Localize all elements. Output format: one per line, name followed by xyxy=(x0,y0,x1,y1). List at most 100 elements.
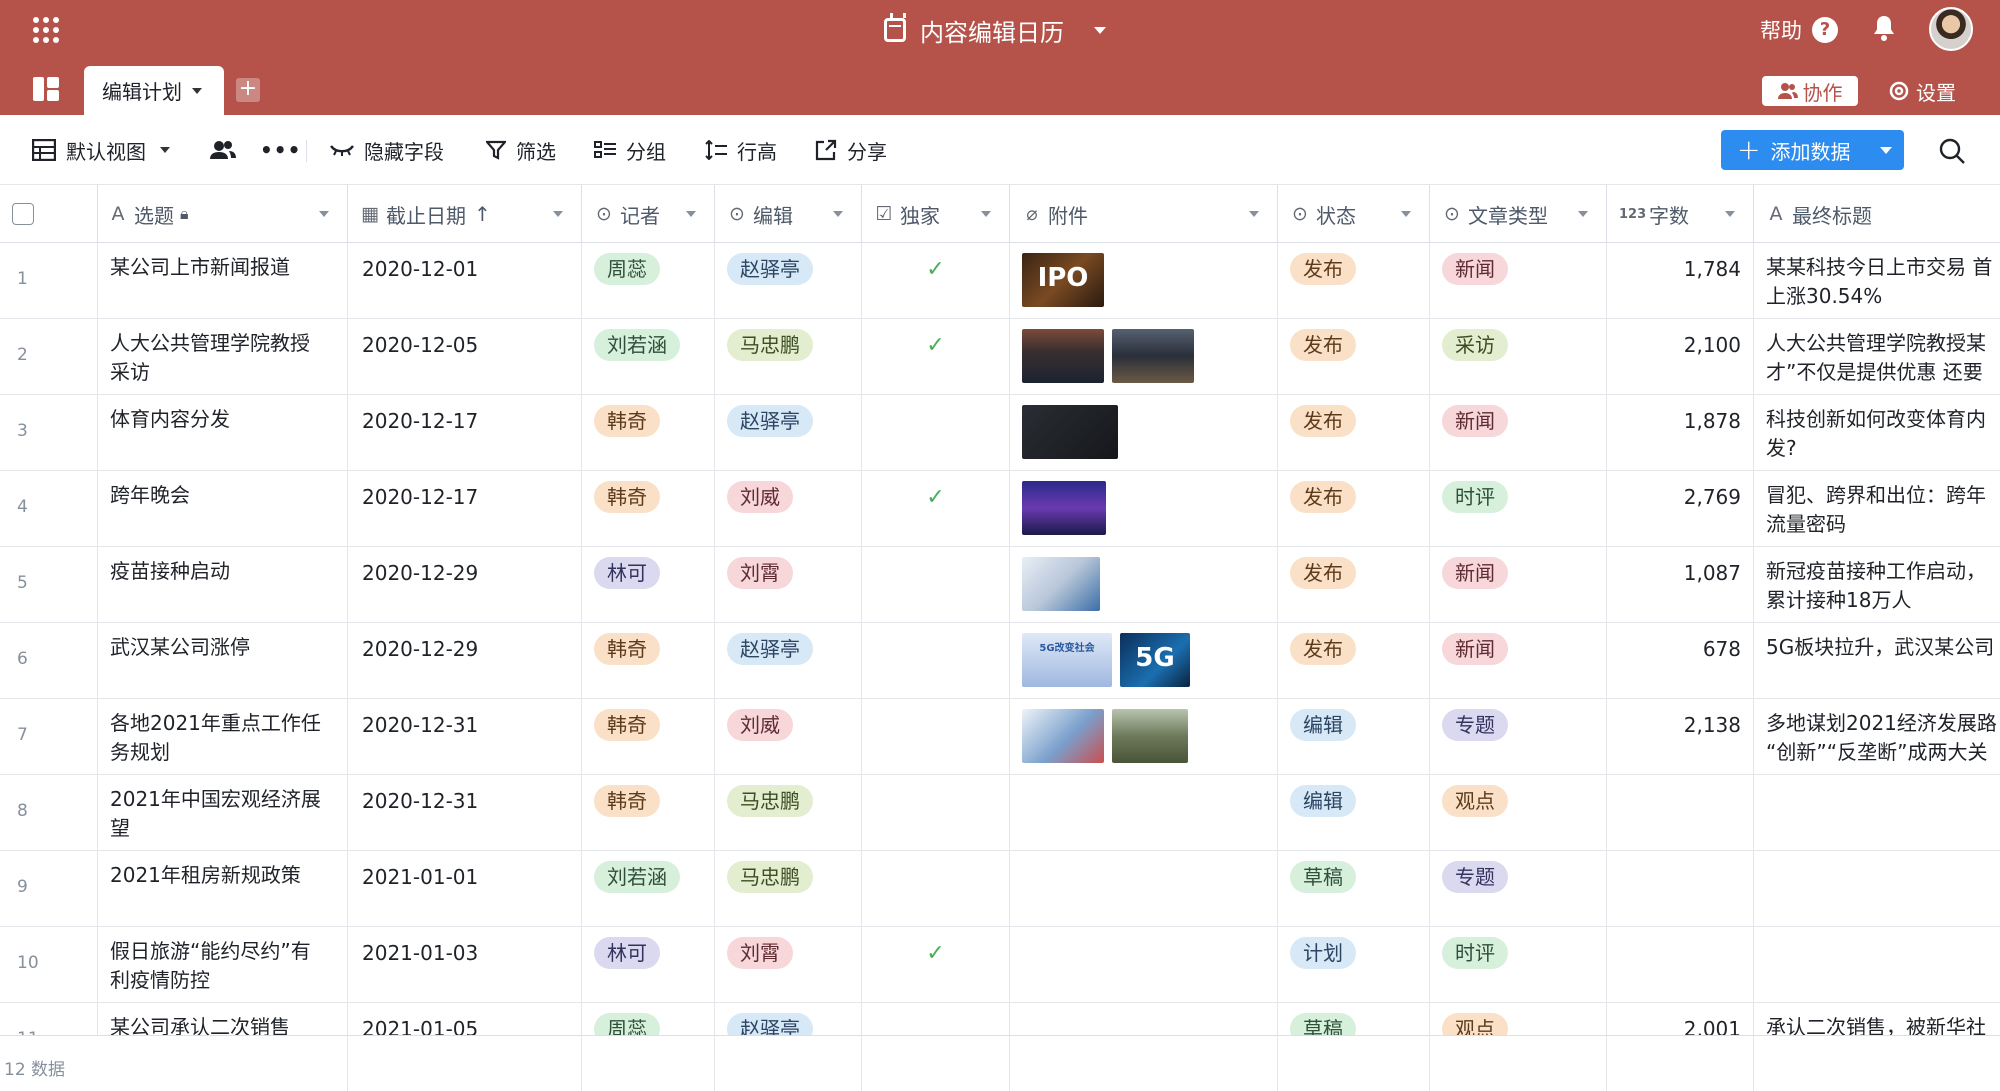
user-avatar[interactable] xyxy=(1929,7,1973,51)
editor-cell[interactable]: 赵驿亭 xyxy=(715,1003,862,1035)
final-title-cell[interactable] xyxy=(1754,851,2000,927)
final-title-cell[interactable] xyxy=(1754,775,2000,851)
editor-cell[interactable]: 赵驿亭 xyxy=(715,243,862,319)
type-cell[interactable]: 专题 xyxy=(1430,699,1607,775)
apps-grid-icon[interactable] xyxy=(30,14,62,46)
attachment-cell[interactable] xyxy=(1010,547,1278,623)
exclusive-cell[interactable] xyxy=(862,699,1010,775)
type-cell[interactable]: 观点 xyxy=(1430,1003,1607,1035)
attachment-cell[interactable] xyxy=(1010,699,1278,775)
final-title-cell[interactable]: 多地谋划2021经济发展路 “创新”“反垄断”成两大关 xyxy=(1754,699,2000,775)
attachment-cell[interactable] xyxy=(1010,775,1278,851)
summary-cell[interactable] xyxy=(348,1036,582,1091)
type-cell[interactable]: 观点 xyxy=(1430,775,1607,851)
editor-cell[interactable]: 刘霄 xyxy=(715,927,862,1003)
editor-cell[interactable]: 马忠鹏 xyxy=(715,775,862,851)
final-title-cell[interactable]: 某某科技今日上市交易 首上涨30.54% xyxy=(1754,243,2000,319)
attachment-cell[interactable] xyxy=(1010,1003,1278,1035)
reporter-cell[interactable]: 周蕊 xyxy=(582,243,715,319)
words-cell[interactable]: 1,087 xyxy=(1607,547,1754,623)
chevron-down-icon[interactable] xyxy=(981,211,991,217)
select-all-checkbox[interactable] xyxy=(12,203,34,225)
exclusive-cell[interactable]: ✓ xyxy=(862,471,1010,547)
type-cell[interactable]: 时评 xyxy=(1430,927,1607,1003)
group-button[interactable]: 分组 xyxy=(594,115,666,185)
title-cell[interactable]: 人大公共管理学院教授 采访 xyxy=(98,319,348,395)
reporter-cell[interactable]: 韩奇 xyxy=(582,699,715,775)
summary-cell[interactable] xyxy=(1278,1036,1430,1091)
status-cell[interactable]: 发布 xyxy=(1278,319,1430,395)
attachment-cell[interactable] xyxy=(1010,319,1278,395)
words-cell[interactable]: 2,001 xyxy=(1607,1003,1754,1035)
summary-cell[interactable] xyxy=(1607,1036,1754,1091)
chevron-down-icon[interactable] xyxy=(1880,147,1892,154)
summary-cell[interactable] xyxy=(1010,1036,1278,1091)
reporter-cell[interactable]: 韩奇 xyxy=(582,471,715,547)
chevron-down-icon[interactable] xyxy=(686,211,696,217)
table-row[interactable]: 3 体育内容分发 2020-12-17 韩奇 赵驿亭 发布 新闻 1,878 科技创新如何改变体… xyxy=(0,395,2000,471)
tab-edit-plan[interactable]: 编辑计划 xyxy=(84,66,224,115)
words-cell[interactable] xyxy=(1607,775,1754,851)
row-height-button[interactable]: 行高 xyxy=(705,115,777,185)
attachment-thumbnail[interactable] xyxy=(1022,405,1118,459)
final-title-cell[interactable]: 科技创新如何改变体育内 发? xyxy=(1754,395,2000,471)
check-icon[interactable] xyxy=(862,623,1009,637)
check-icon[interactable] xyxy=(862,775,1009,789)
column-header-final-title[interactable]: A 最终标题 xyxy=(1754,185,2000,243)
summary-cell[interactable] xyxy=(582,1036,715,1091)
status-cell[interactable]: 发布 xyxy=(1278,471,1430,547)
attachment-cell[interactable] xyxy=(1010,927,1278,1003)
table-row[interactable]: 1 某公司上市新闻报道 2020-12-01 周蕊 赵驿亭 ✓ IPO 发布 新闻 1,784 某某… xyxy=(0,243,2000,319)
exclusive-cell[interactable] xyxy=(862,775,1010,851)
view-switcher[interactable]: 默认视图 xyxy=(32,115,170,185)
summary-cell[interactable] xyxy=(1754,1036,2000,1091)
summary-cell[interactable] xyxy=(1430,1036,1607,1091)
column-header-title[interactable]: A 选题 🔒︎ xyxy=(98,185,348,243)
date-cell[interactable]: 2020-12-17 xyxy=(348,471,582,547)
type-cell[interactable]: 新闻 xyxy=(1430,623,1607,699)
check-icon[interactable]: ✓ xyxy=(862,319,1009,358)
type-cell[interactable]: 新闻 xyxy=(1430,395,1607,471)
view-members-button[interactable] xyxy=(210,115,246,185)
summary-cell[interactable] xyxy=(715,1036,862,1091)
title-cell[interactable]: 各地2021年重点工作任 务规划 xyxy=(98,699,348,775)
sidebar-toggle-icon[interactable] xyxy=(33,77,59,101)
table-row[interactable]: 7 各地2021年重点工作任 务规划 2020-12-31 韩奇 刘威 编辑 专题 2,138 多… xyxy=(0,699,2000,775)
title-cell[interactable]: 假日旅游“能约尽约”有 利疫情防控 xyxy=(98,927,348,1003)
attachment-cell[interactable] xyxy=(1010,851,1278,927)
add-data-button[interactable]: + 添加数据 xyxy=(1721,130,1904,170)
reporter-cell[interactable]: 林可 xyxy=(582,927,715,1003)
app-title-menu[interactable]: 内容编辑日历 xyxy=(884,12,1106,48)
type-cell[interactable]: 专题 xyxy=(1430,851,1607,927)
status-cell[interactable]: 计划 xyxy=(1278,927,1430,1003)
attachment-thumbnail[interactable]: IPO xyxy=(1022,253,1104,307)
date-cell[interactable]: 2020-12-29 xyxy=(348,547,582,623)
status-cell[interactable]: 发布 xyxy=(1278,547,1430,623)
reporter-cell[interactable]: 韩奇 xyxy=(582,395,715,471)
check-icon[interactable]: ✓ xyxy=(862,927,1009,966)
table-row[interactable]: 10 假日旅游“能约尽约”有 利疫情防控 2021-01-03 林可 刘霄 ✓ 计划 时评 xyxy=(0,927,2000,1003)
table-row[interactable]: 9 2021年租房新规政策 2021-01-01 刘若涵 马忠鹏 草稿 专题 xyxy=(0,851,2000,927)
date-cell[interactable]: 2020-12-31 xyxy=(348,775,582,851)
chevron-down-icon[interactable] xyxy=(1725,211,1735,217)
column-header-editor[interactable]: ⊙ 编辑 xyxy=(715,185,862,243)
date-cell[interactable]: 2021-01-01 xyxy=(348,851,582,927)
exclusive-cell[interactable]: ✓ xyxy=(862,319,1010,395)
attachment-cell[interactable]: 5G改变社会 5G xyxy=(1010,623,1278,699)
final-title-cell[interactable]: 冒犯、跨界和出位：跨年 流量密码 xyxy=(1754,471,2000,547)
title-cell[interactable]: 某公司上市新闻报道 xyxy=(98,243,348,319)
title-cell[interactable]: 某公司承认二次销售 xyxy=(98,1003,348,1035)
title-cell[interactable]: 2021年租房新规政策 xyxy=(98,851,348,927)
notification-bell-icon[interactable] xyxy=(1872,14,1896,44)
words-cell[interactable]: 678 xyxy=(1607,623,1754,699)
date-cell[interactable]: 2020-12-29 xyxy=(348,623,582,699)
exclusive-cell[interactable]: ✓ xyxy=(862,927,1010,1003)
reporter-cell[interactable]: 林可 xyxy=(582,547,715,623)
attachment-thumbnail[interactable] xyxy=(1112,709,1188,763)
table-row[interactable]: 11 某公司承认二次销售 2021-01-05 周蕊 赵驿亭 草稿 观点 2,001 承认二次销… xyxy=(0,1003,2000,1035)
attachment-thumbnail[interactable] xyxy=(1022,481,1106,535)
date-cell[interactable]: 2020-12-17 xyxy=(348,395,582,471)
final-title-cell[interactable]: 人大公共管理学院教授某 才”不仅是提供优惠 还要 xyxy=(1754,319,2000,395)
status-cell[interactable]: 发布 xyxy=(1278,395,1430,471)
share-button[interactable]: 分享 xyxy=(815,115,887,185)
